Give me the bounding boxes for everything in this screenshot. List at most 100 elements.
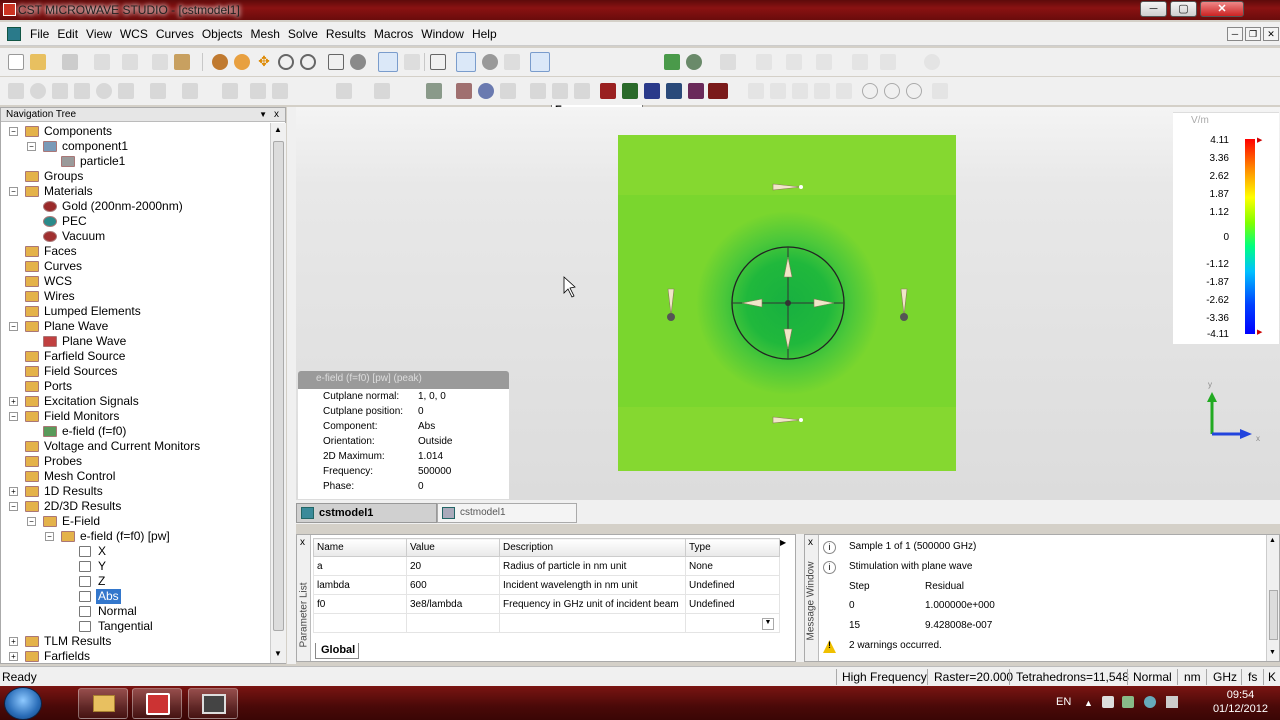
result-compare-icon[interactable] xyxy=(836,83,852,99)
expand-icon[interactable]: + xyxy=(9,397,18,406)
port-icon[interactable] xyxy=(478,83,494,99)
plane-wave-icon[interactable] xyxy=(530,52,550,72)
power-icon[interactable] xyxy=(1122,696,1134,708)
menu-results[interactable]: Results xyxy=(322,27,370,41)
maximize-button[interactable]: ▢ xyxy=(1170,1,1197,17)
start-button[interactable] xyxy=(4,687,42,720)
transient-solver-icon[interactable] xyxy=(600,83,616,99)
clock[interactable]: 09:54 01/12/2012 xyxy=(1213,688,1268,716)
scroll-down-icon[interactable]: ▼ xyxy=(274,649,282,658)
loft-icon[interactable] xyxy=(222,83,238,99)
mdi-minimize-button[interactable]: ─ xyxy=(1227,27,1243,41)
cone-icon[interactable] xyxy=(74,83,90,99)
draw-icon[interactable] xyxy=(504,54,520,70)
expand-icon[interactable]: + xyxy=(9,637,18,646)
copy-icon[interactable] xyxy=(152,54,168,70)
menu-file[interactable]: File xyxy=(26,27,53,41)
mdi-restore-button[interactable]: ❐ xyxy=(1245,27,1261,41)
extrude-icon[interactable] xyxy=(118,83,134,99)
cube-icon[interactable] xyxy=(430,54,446,70)
help-icon[interactable] xyxy=(924,54,940,70)
tlm-solver-icon[interactable] xyxy=(708,83,728,99)
table-row[interactable]: f0 3e8/lambda Frequency in GHz unit of i… xyxy=(313,594,780,614)
dropdown-icon[interactable]: ▼ xyxy=(259,108,267,121)
eigenmode-solver-icon[interactable] xyxy=(644,83,660,99)
collapse-icon[interactable]: − xyxy=(27,142,36,151)
table-row[interactable]: a 20 Radius of particle in nm unit None xyxy=(313,556,780,576)
usb-icon[interactable] xyxy=(1102,696,1114,708)
table-row-new[interactable] xyxy=(313,613,780,633)
menu-view[interactable]: View xyxy=(82,27,116,41)
open-folder-icon[interactable] xyxy=(30,54,46,70)
integral-solver-icon[interactable] xyxy=(688,83,704,99)
boundary-icon[interactable] xyxy=(500,83,516,99)
monitor-icon[interactable] xyxy=(574,83,590,99)
result-template-icon[interactable] xyxy=(748,83,764,99)
save-icon[interactable] xyxy=(62,54,78,70)
settings-gear-icon[interactable] xyxy=(482,54,498,70)
zoom-area-icon[interactable] xyxy=(300,54,316,70)
menu-window[interactable]: Window xyxy=(417,27,468,41)
column-header-name[interactable]: Name xyxy=(313,538,407,557)
taskbar-explorer[interactable] xyxy=(78,688,128,719)
frequency-solver-icon[interactable] xyxy=(622,83,638,99)
column-header-description[interactable]: Description xyxy=(499,538,686,557)
paste-icon[interactable] xyxy=(174,54,190,70)
pick-icon[interactable] xyxy=(378,52,398,72)
pick-point-icon[interactable] xyxy=(336,83,352,99)
close-icon[interactable]: x xyxy=(300,537,305,548)
menu-wcs[interactable]: WCS xyxy=(116,27,152,41)
probe-icon[interactable] xyxy=(552,83,568,99)
wire-icon[interactable] xyxy=(426,83,442,99)
mesh-view-icon[interactable] xyxy=(664,54,680,70)
align-icon[interactable] xyxy=(756,54,772,70)
column-header-value[interactable]: Value xyxy=(406,538,500,557)
pan-icon[interactable]: ✥ xyxy=(256,54,272,70)
pick-edge-icon[interactable] xyxy=(374,83,390,99)
symmetry-icon[interactable] xyxy=(530,83,546,99)
crosshair-icon[interactable] xyxy=(862,83,878,99)
scrollbar-thumb[interactable] xyxy=(1269,590,1278,640)
collapse-icon[interactable]: − xyxy=(9,127,18,136)
minimize-button[interactable]: ─ xyxy=(1140,1,1167,17)
document-icon[interactable] xyxy=(7,27,21,41)
scroll-up-icon[interactable]: ▲ xyxy=(274,125,282,134)
taskbar-window[interactable] xyxy=(188,688,238,719)
fit-view-icon[interactable] xyxy=(328,54,344,70)
collapse-icon[interactable]: − xyxy=(9,502,18,511)
collapse-icon[interactable]: − xyxy=(9,322,18,331)
mesh-settings-icon[interactable] xyxy=(686,54,702,70)
select-icon[interactable] xyxy=(404,54,420,70)
shell-icon[interactable] xyxy=(250,83,266,99)
menu-curves[interactable]: Curves xyxy=(152,27,198,41)
menu-edit[interactable]: Edit xyxy=(53,27,82,41)
collapse-icon[interactable]: − xyxy=(9,412,18,421)
expand-icon[interactable]: + xyxy=(9,652,18,661)
menu-objects[interactable]: Objects xyxy=(198,27,247,41)
splitter[interactable] xyxy=(287,107,296,664)
expand-icon[interactable]: + xyxy=(9,487,18,496)
globe-icon[interactable] xyxy=(884,83,900,99)
close-button[interactable]: ✕ xyxy=(1200,1,1244,17)
menu-macros[interactable]: Macros xyxy=(370,27,417,41)
chevron-right-icon[interactable]: ▶ xyxy=(780,538,786,547)
blend-icon[interactable] xyxy=(182,83,198,99)
asymptotic-solver-icon[interactable] xyxy=(666,83,682,99)
taskbar-cst[interactable] xyxy=(132,688,182,719)
menu-solve[interactable]: Solve xyxy=(284,27,322,41)
scrollbar-thumb[interactable] xyxy=(273,141,284,631)
zoom-icon[interactable] xyxy=(278,54,294,70)
torus-icon[interactable] xyxy=(96,83,112,99)
volume-icon[interactable] xyxy=(1166,696,1178,708)
message-line-warning[interactable]: ! 2 warnings occurred. xyxy=(823,637,1263,657)
rotate-shape-icon[interactable] xyxy=(150,83,166,99)
rotate-icon[interactable] xyxy=(212,54,228,70)
transform-icon[interactable] xyxy=(786,54,802,70)
tab-cstmodel1-active[interactable]: cstmodel1 xyxy=(296,503,437,523)
cylinder-icon[interactable] xyxy=(52,83,68,99)
reset-view-icon[interactable] xyxy=(350,54,366,70)
farfield-icon[interactable] xyxy=(906,83,922,99)
field-plot-icon[interactable] xyxy=(456,52,476,72)
boolean-icon[interactable] xyxy=(852,54,868,70)
message-line[interactable]: i Sample 1 of 1 (500000 GHz) xyxy=(823,538,1263,558)
